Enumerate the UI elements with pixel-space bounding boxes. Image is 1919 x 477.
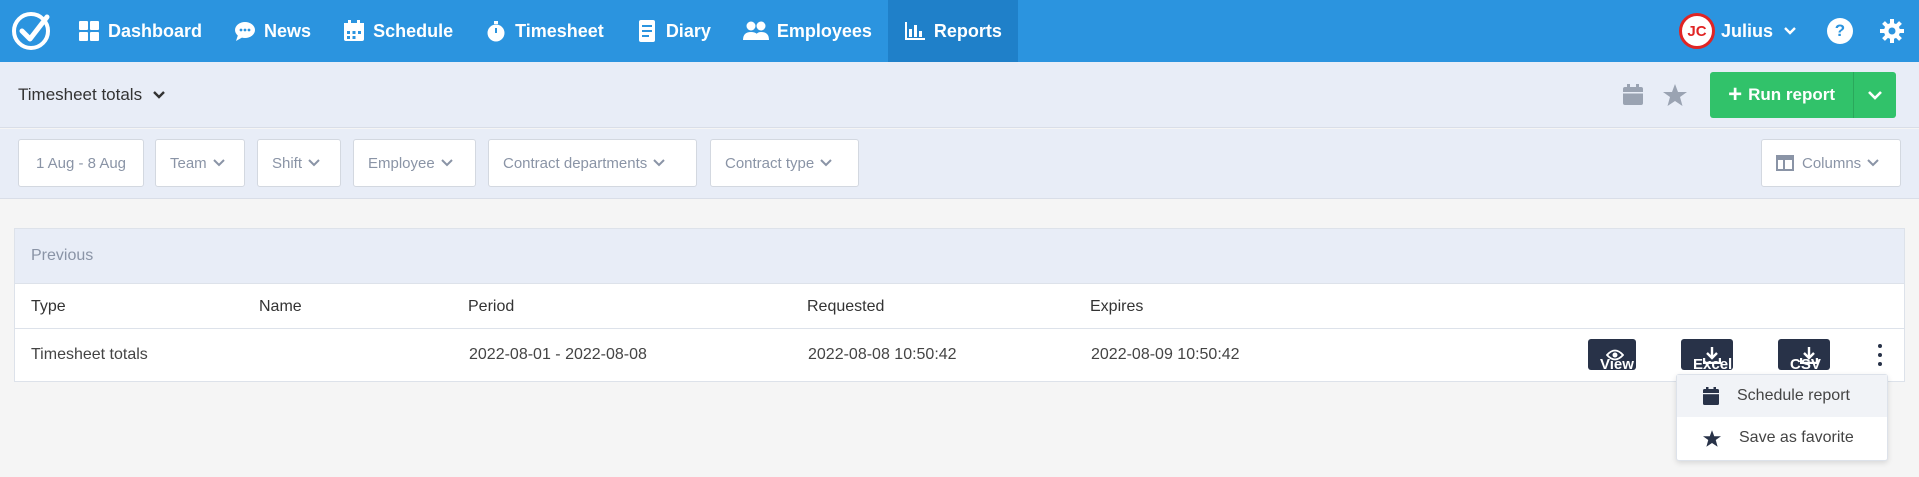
contract-departments-label: Contract departments — [503, 154, 648, 172]
plus-icon: + — [1728, 80, 1743, 108]
more-options-icon[interactable] — [1876, 341, 1884, 369]
chevron-down-icon — [820, 159, 832, 167]
app-logo[interactable] — [0, 0, 62, 62]
contract-departments-filter[interactable]: Contract departments — [488, 139, 697, 187]
star-icon — [1703, 429, 1721, 447]
csv-button[interactable]: CSV — [1778, 339, 1830, 373]
nav-label: Schedule — [373, 20, 454, 41]
column-type: Type — [31, 298, 66, 315]
column-period: Period — [468, 298, 515, 315]
calendar-icon — [1703, 387, 1719, 405]
calendar-icon — [343, 20, 365, 42]
column-expires: Expires — [1090, 298, 1144, 315]
contract-type-filter[interactable]: Contract type — [710, 139, 859, 187]
people-icon — [742, 20, 769, 42]
nav-label: News — [264, 20, 312, 41]
report-selector[interactable]: Timesheet totals — [18, 85, 166, 105]
team-filter-label: Team — [170, 154, 207, 172]
chevron-down-icon — [1784, 27, 1796, 35]
shift-filter[interactable]: Shift — [257, 139, 341, 187]
cell-type: Timesheet totals — [31, 346, 148, 363]
column-requested: Requested — [807, 298, 885, 315]
chevron-down-icon — [1868, 90, 1882, 100]
run-report-main[interactable]: + Run report — [1710, 71, 1854, 118]
excel-button[interactable]: Excel — [1681, 339, 1733, 373]
employee-filter[interactable]: Employee — [353, 139, 476, 187]
calendar-icon[interactable] — [1618, 80, 1648, 110]
menu-item-save-favorite[interactable]: Save as favorite — [1677, 417, 1887, 459]
row-options-menu: Schedule report Save as favorite — [1676, 374, 1888, 461]
view-button[interactable]: View — [1588, 339, 1636, 373]
chevron-down-icon — [440, 159, 453, 167]
employee-filter-label: Employee — [368, 154, 435, 172]
date-range-filter[interactable]: 1 Aug - 8 Aug — [18, 139, 144, 187]
cell-period: 2022-08-01 - 2022-08-08 — [469, 346, 647, 363]
filter-bar: 1 Aug - 8 Aug Team Shift Employee Contra… — [0, 129, 1919, 199]
run-report-options-toggle[interactable] — [1854, 72, 1896, 118]
help-button[interactable]: ? — [1827, 18, 1853, 44]
document-icon — [636, 20, 658, 42]
team-filter[interactable]: Team — [155, 139, 245, 187]
stopwatch-icon — [485, 20, 507, 42]
table-row: Timesheet totals 2022-08-01 - 2022-08-08… — [15, 329, 1904, 381]
avatar: JC — [1678, 13, 1715, 49]
cell-requested: 2022-08-08 10:50:42 — [808, 346, 957, 363]
nav-right: JC Julius ? — [1678, 0, 1919, 62]
report-header: Timesheet totals + Run report — [0, 62, 1919, 128]
top-navigation: Dashboard News Schedule Timesheet Diary … — [0, 0, 1919, 62]
menu-item-label: Save as favorite — [1739, 429, 1854, 446]
previous-reports-panel: Previous Type Name Period Requested Expi… — [14, 228, 1905, 382]
nav-reports[interactable]: Reports — [887, 0, 1018, 62]
table-header: Type Name Period Requested Expires — [15, 284, 1904, 329]
contract-type-label: Contract type — [725, 154, 815, 172]
gear-icon[interactable] — [1879, 18, 1905, 44]
nav-label: Employees — [776, 20, 872, 41]
nav-label: Dashboard — [108, 20, 203, 41]
nav-label: Diary — [665, 20, 711, 41]
date-range-label: 1 Aug - 8 Aug — [35, 154, 127, 172]
bar-chart-icon — [904, 20, 926, 42]
star-icon[interactable] — [1660, 80, 1690, 110]
columns-button[interactable]: Columns — [1761, 139, 1901, 187]
nav-news[interactable]: News — [218, 0, 327, 62]
nav-diary[interactable]: Diary — [620, 0, 727, 62]
nav-label: Reports — [933, 20, 1002, 41]
nav-employees[interactable]: Employees — [727, 0, 888, 62]
chevron-down-icon — [1867, 159, 1879, 167]
columns-label: Columns — [1802, 154, 1862, 172]
menu-item-schedule-report[interactable]: Schedule report — [1677, 375, 1887, 417]
chevron-down-icon — [308, 159, 320, 167]
chevron-down-icon — [212, 159, 225, 167]
shift-filter-label: Shift — [272, 154, 303, 172]
run-report-button[interactable]: + Run report — [1710, 71, 1896, 118]
user-menu[interactable]: JC Julius — [1678, 13, 1797, 49]
user-name: Julius — [1720, 20, 1773, 41]
chevron-down-icon — [153, 90, 165, 99]
menu-item-label: Schedule report — [1737, 387, 1850, 404]
view-label: View — [1600, 356, 1634, 373]
column-name: Name — [259, 298, 302, 315]
chat-icon — [234, 20, 256, 42]
report-actions: + Run report — [1618, 71, 1896, 118]
cell-expires: 2022-08-09 10:50:42 — [1091, 346, 1240, 363]
chevron-down-icon — [653, 159, 665, 167]
panel-title: Previous — [15, 229, 1904, 284]
columns-icon — [1776, 155, 1794, 171]
logo-check-icon — [12, 12, 50, 50]
run-report-label: Run report — [1748, 84, 1835, 104]
nav-label: Timesheet — [515, 20, 604, 41]
report-title: Timesheet totals — [18, 84, 143, 104]
nav-dashboard[interactable]: Dashboard — [62, 0, 218, 62]
nav-timesheet[interactable]: Timesheet — [469, 0, 620, 62]
nav-schedule[interactable]: Schedule — [327, 0, 469, 62]
grid-icon — [78, 20, 100, 42]
